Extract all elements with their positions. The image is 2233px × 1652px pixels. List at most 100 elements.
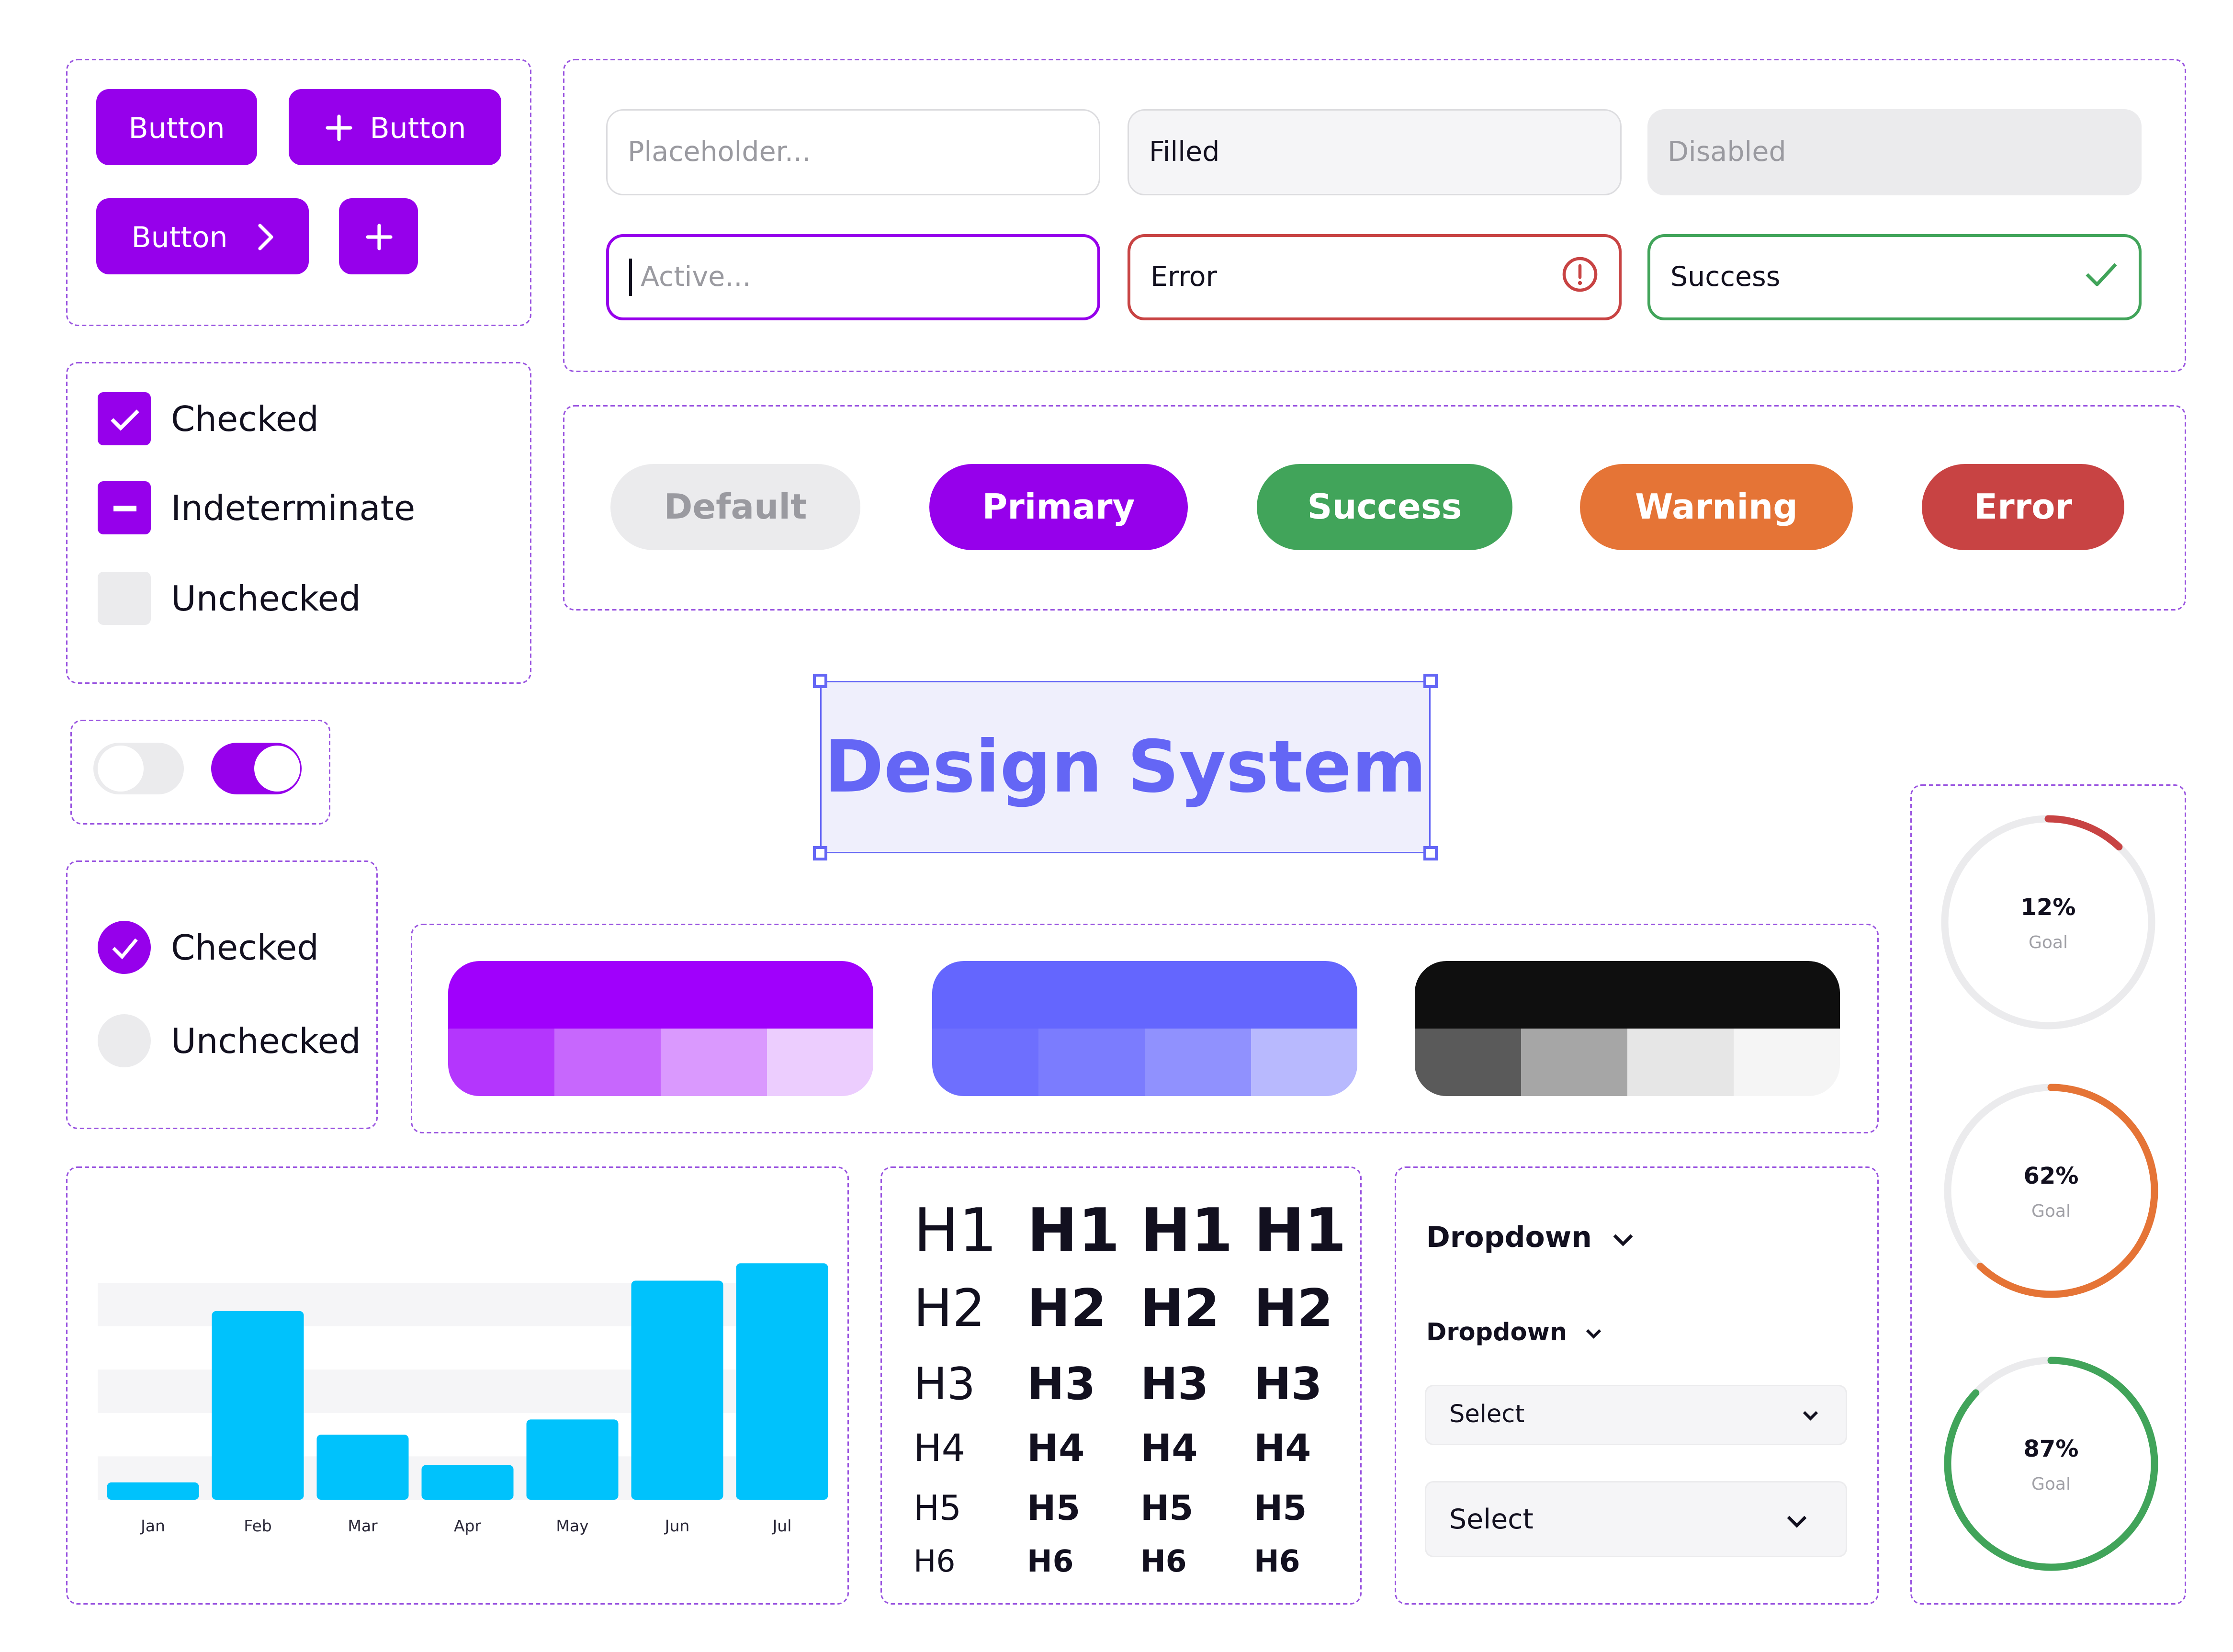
x-tick-label: Mar [348,1516,378,1535]
type-sample-h1-bold: H1 [1254,1195,1347,1266]
button-with-leading-icon[interactable]: Button [289,89,501,165]
resize-handle-bottom-left[interactable] [813,846,827,860]
select-large[interactable]: Select [1425,1481,1847,1557]
disabled-input: Disabled [1647,109,2142,195]
bar-jun [631,1280,723,1500]
chevron-down-icon [1785,1504,1808,1535]
swatch-shade-4[interactable] [767,1029,873,1096]
chevron-right-icon [257,222,274,251]
input-value: Disabled [1668,136,1786,168]
swatch-shade-4[interactable] [1734,1029,1840,1096]
badge-success: Success [1257,464,1512,550]
toggle-knob [98,746,144,792]
swatch-shade-1[interactable] [1415,1029,1521,1096]
bar-jul [736,1263,828,1500]
badge-label: Warning [1635,487,1798,527]
checkbox-unchecked[interactable]: Unchecked [98,572,361,625]
button-with-trailing-icon[interactable]: Button [96,198,309,274]
swatch-main[interactable] [932,961,1357,1029]
type-sample-h4-semibold: H4 [1140,1428,1198,1471]
check-icon [110,408,139,430]
type-sample-h2-semibold: H2 [1140,1280,1220,1339]
input-placeholder: Active... [641,261,751,293]
palette-indigo [932,961,1357,1096]
check-icon [111,938,137,959]
checkbox-box[interactable] [98,392,151,445]
toggle-off[interactable] [93,743,184,794]
select-small[interactable]: Select [1425,1385,1847,1445]
input-value: Filled [1149,136,1220,168]
palette-neutral [1415,961,1840,1096]
type-sample-h6-bold: H6 [1254,1544,1300,1579]
swatch-shade-1[interactable] [932,1029,1038,1096]
placeholder-input[interactable]: Placeholder... [606,109,1100,195]
bar-mar [316,1435,409,1500]
filled-input[interactable]: Filled [1128,109,1622,195]
dropdown-label: Dropdown [1426,1319,1567,1347]
type-sample-h4-medium: H4 [1027,1428,1085,1471]
radio-checked[interactable]: Checked [98,921,319,974]
bar-apr [421,1465,514,1500]
radio-button[interactable] [98,921,151,974]
icon-only-add-button[interactable] [339,198,418,274]
dropdown-small[interactable]: Dropdown [1426,1319,1603,1347]
page-title: Design System [824,725,1427,809]
radios-panel [66,860,378,1129]
badge-warning: Warning [1580,464,1853,550]
type-sample-h3-bold: H3 [1254,1359,1322,1411]
checkbox-label: Indeterminate [171,487,416,528]
swatch-shade-3[interactable] [661,1029,767,1096]
error-input[interactable]: Error [1128,234,1622,320]
radio-button[interactable] [98,1014,151,1067]
primary-button[interactable]: Button [96,89,257,165]
bar-chart: Jan Feb Mar Apr May Jun Jul [98,1263,828,1535]
swatch-main[interactable] [1415,961,1840,1029]
checkbox-box[interactable] [98,481,151,534]
check-icon [2084,260,2119,295]
dropdown-large[interactable]: Dropdown [1426,1220,1635,1254]
checkbox-checked[interactable]: Checked [98,392,319,445]
toggle-knob [254,746,300,792]
type-sample-h3-semibold: H3 [1140,1359,1209,1411]
swatch-shade-2[interactable] [554,1029,661,1096]
type-sample-h6-regular: H6 [914,1544,956,1579]
success-input[interactable]: Success [1647,234,2142,320]
text-caret [629,259,632,296]
gauge-caption: Goal [2031,1474,2071,1494]
type-sample-h6-semibold: H6 [1140,1544,1187,1579]
resize-handle-top-right[interactable] [1423,674,1438,688]
type-sample-h4-bold: H4 [1254,1428,1311,1471]
button-label: Button [370,110,466,145]
toggle-on[interactable] [211,743,302,794]
gauge-percent: 12% [2020,894,2076,921]
checkbox-box[interactable] [98,572,151,625]
active-input[interactable]: Active... [606,234,1100,320]
badge-label: Error [1974,487,2073,527]
radio-unchecked[interactable]: Unchecked [98,1014,361,1067]
select-value: Select [1449,1401,1525,1429]
badge-default: Default [610,464,860,550]
chevron-down-icon [1584,1319,1603,1347]
x-tick-label: Feb [244,1516,271,1535]
swatch-shade-3[interactable] [1627,1029,1734,1096]
resize-handle-top-left[interactable] [813,674,827,688]
badge-label: Success [1307,487,1462,527]
checkbox-indeterminate[interactable]: Indeterminate [98,481,415,534]
type-sample-h5-semibold: H5 [1140,1488,1194,1528]
swatch-main[interactable] [448,961,873,1029]
swatch-shade-3[interactable] [1145,1029,1251,1096]
radio-label: Unchecked [171,1020,361,1061]
checkbox-label: Unchecked [171,578,361,619]
badge-error: Error [1922,464,2124,550]
design-system-title-frame[interactable]: Design System [820,681,1431,853]
gauge-percent: 87% [2023,1435,2079,1462]
input-placeholder: Placeholder... [628,136,811,168]
select-value: Select [1449,1503,1534,1535]
swatch-shade-2[interactable] [1521,1029,1627,1096]
swatch-shade-4[interactable] [1251,1029,1357,1096]
swatch-shade-1[interactable] [448,1029,554,1096]
chevron-down-icon [1801,1401,1820,1429]
swatch-shade-2[interactable] [1038,1029,1145,1096]
gauge-percent: 62% [2023,1162,2079,1189]
resize-handle-bottom-right[interactable] [1423,846,1438,860]
